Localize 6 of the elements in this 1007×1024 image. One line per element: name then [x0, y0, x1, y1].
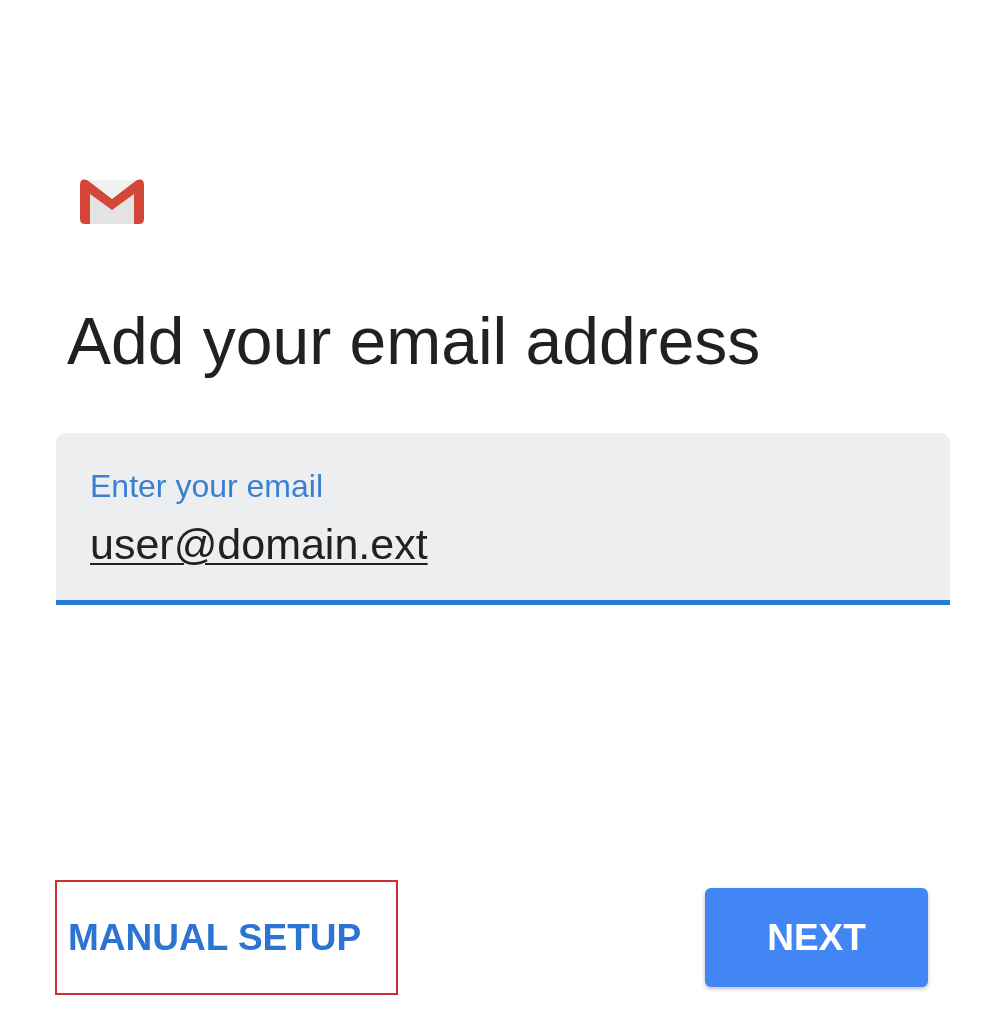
next-button[interactable]: NEXT [705, 888, 928, 987]
field-label: Enter your email [90, 470, 323, 502]
envelope-logo-icon [80, 178, 144, 224]
manual-setup-button[interactable]: MANUAL SETUP [55, 880, 398, 995]
field-value: user@domain.ext [90, 523, 428, 566]
email-field[interactable]: Enter your email user@domain.ext [56, 433, 950, 605]
